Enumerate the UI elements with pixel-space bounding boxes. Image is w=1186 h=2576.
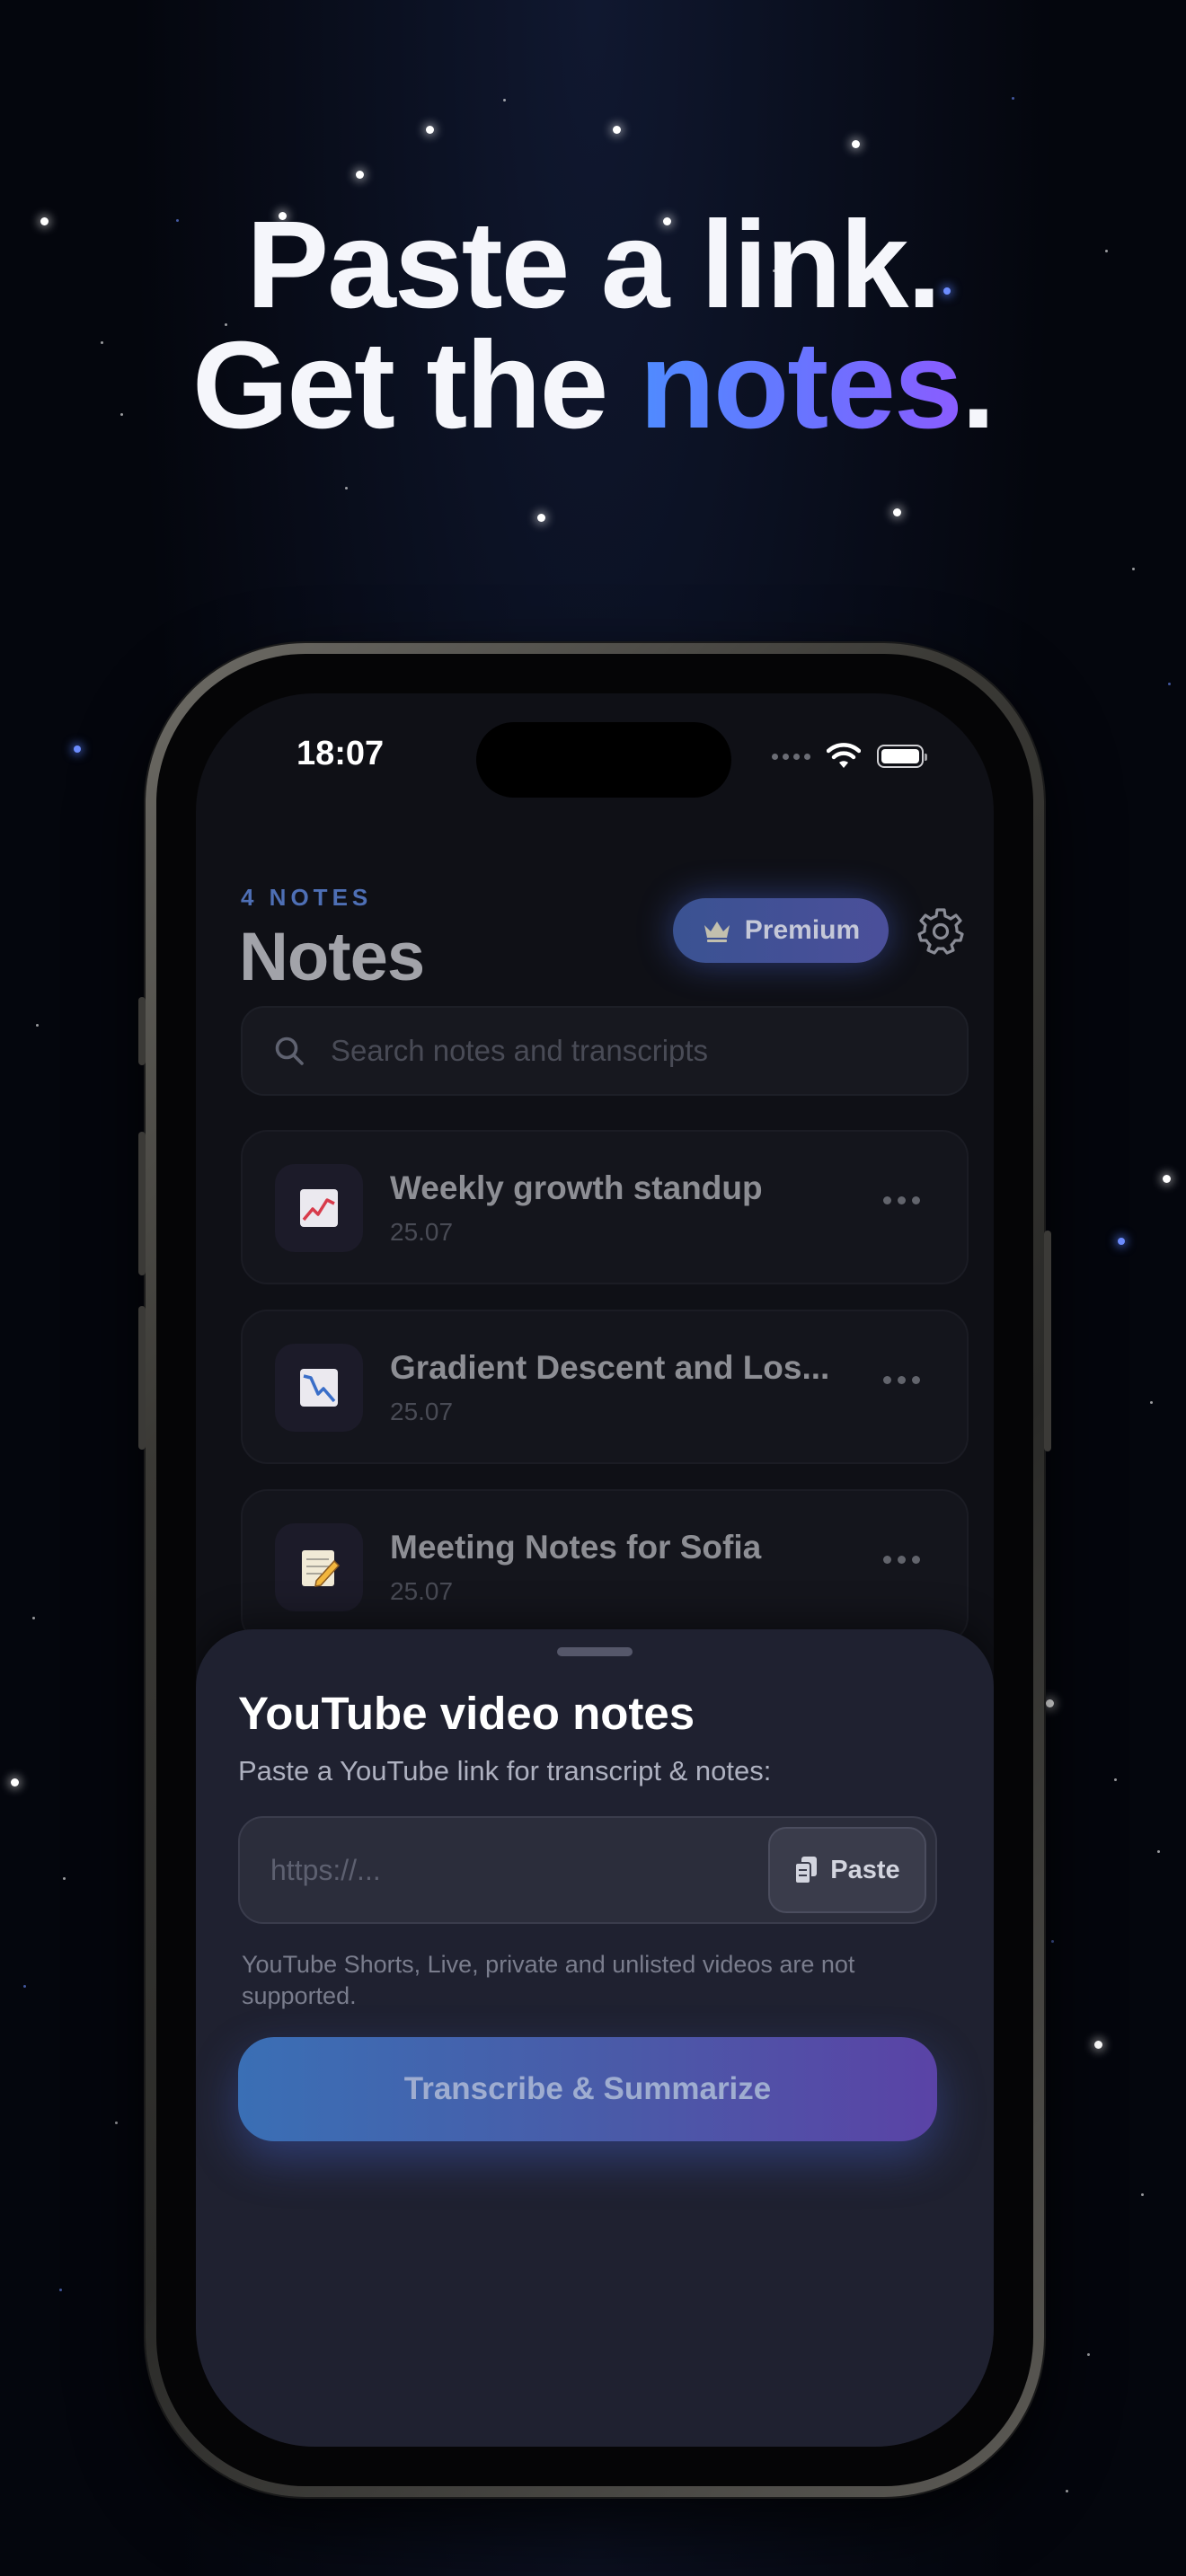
star (1163, 1175, 1171, 1183)
search-input[interactable]: Search notes and transcripts (241, 1006, 969, 1096)
more-icon[interactable] (883, 1556, 920, 1564)
note-title: Weekly growth standup (390, 1169, 763, 1206)
more-icon[interactable] (883, 1376, 920, 1384)
star (32, 1617, 35, 1619)
note-date: 25.07 (390, 1577, 454, 1605)
star (613, 126, 621, 134)
note-title: Meeting Notes for Sofia (390, 1529, 762, 1566)
notes-count: 4 NOTES (241, 884, 373, 911)
star (63, 1877, 66, 1880)
status-time: 18:07 (296, 735, 385, 772)
status-icons (772, 740, 927, 772)
url-input[interactable]: https://... Paste (238, 1816, 937, 1924)
volume-down-button (138, 1306, 146, 1450)
star (1094, 2041, 1102, 2049)
star (356, 171, 364, 179)
note-card[interactable]: Gradient Descent and Los... 25.07 (241, 1310, 969, 1464)
headline-line-2: Get the notes. (0, 323, 1186, 447)
unsupported-note: YouTube Shorts, Live, private and unlist… (242, 1951, 855, 2009)
headline: Paste a link. Get the notes. (0, 196, 1186, 447)
action-button (138, 997, 146, 1065)
star (852, 140, 860, 148)
search-placeholder: Search notes and transcripts (331, 1034, 709, 1067)
star (537, 514, 545, 522)
star (1046, 1699, 1054, 1707)
star (59, 2289, 62, 2291)
star (11, 1778, 19, 1786)
star (1157, 1850, 1160, 1853)
star (74, 745, 81, 753)
headline-prefix: Get the (191, 316, 640, 454)
power-button (1044, 1231, 1051, 1451)
star (36, 1024, 39, 1027)
chart-up-icon (275, 1164, 363, 1252)
headline-accent: notes (639, 316, 963, 454)
note-card[interactable]: Meeting Notes for Sofia 25.07 (241, 1489, 969, 1644)
sheet-title: YouTube video notes (238, 1688, 695, 1739)
star (345, 487, 348, 490)
star (1118, 1238, 1125, 1245)
star (503, 99, 506, 101)
star (23, 1985, 26, 1988)
premium-button[interactable]: Premium (673, 898, 889, 963)
clipboard-icon (794, 1857, 818, 1884)
page-title: Notes (239, 919, 425, 995)
sheet-grabber[interactable] (557, 1647, 633, 1656)
note-date: 25.07 (390, 1398, 454, 1425)
search-icon (275, 1037, 304, 1065)
paste-button[interactable]: Paste (768, 1827, 926, 1913)
more-icon[interactable] (883, 1196, 920, 1204)
paste-label: Paste (830, 1855, 900, 1884)
phone-frame: 18:07 4 NOTES Notes Premium Search notes… (138, 643, 1051, 2497)
note-date: 25.07 (390, 1218, 454, 1246)
battery-icon (877, 745, 927, 768)
transcribe-button[interactable]: Transcribe & Summarize (238, 2037, 937, 2141)
star (1141, 2193, 1144, 2196)
dynamic-island (476, 722, 731, 798)
transcribe-label: Transcribe & Summarize (403, 2071, 772, 2106)
star (1012, 97, 1014, 100)
star (893, 508, 901, 516)
star (1066, 2490, 1068, 2492)
url-placeholder: https://... (270, 1854, 381, 1886)
volume-up-button (138, 1132, 146, 1275)
note-card[interactable]: Weekly growth standup 25.07 (241, 1130, 969, 1284)
bottom-sheet: YouTube video notes Paste a YouTube link… (196, 1629, 994, 2447)
note-title: Gradient Descent and Los... (390, 1349, 830, 1386)
chart-down-icon (275, 1344, 363, 1432)
star (1132, 568, 1135, 570)
headline-line-1: Paste a link. (246, 196, 942, 334)
phone-bezel: 18:07 4 NOTES Notes Premium Search notes… (156, 654, 1033, 2486)
star (426, 126, 434, 134)
star (115, 2122, 118, 2124)
star (1168, 683, 1171, 685)
crown-icon (704, 922, 730, 942)
phone-screen: 18:07 4 NOTES Notes Premium Search notes… (196, 693, 994, 2447)
star (1150, 1401, 1153, 1404)
signal-icon (772, 753, 810, 760)
headline-suffix: . (960, 316, 996, 454)
gear-icon[interactable] (916, 907, 965, 956)
star (1051, 1940, 1054, 1943)
star (1114, 1778, 1117, 1781)
sheet-subtitle: Paste a YouTube link for transcript & no… (238, 1755, 772, 1786)
memo-icon (275, 1523, 363, 1611)
premium-label: Premium (744, 915, 861, 945)
wifi-icon (827, 743, 861, 768)
star (1087, 2353, 1090, 2356)
